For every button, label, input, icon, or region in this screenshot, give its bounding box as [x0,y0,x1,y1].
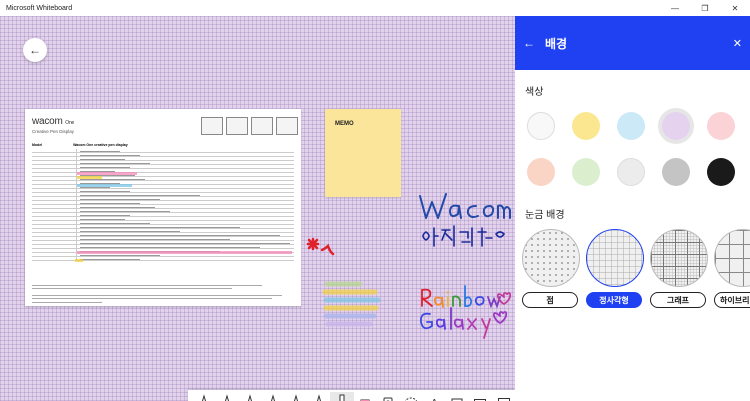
document-spec-table [32,149,294,261]
pen-black[interactable] [192,392,215,401]
pen-green[interactable] [238,392,261,401]
pen-icon [293,393,299,401]
grid-option-graph[interactable] [650,229,708,287]
ink-handwriting-wacom [419,193,511,219]
note-icon [451,398,463,401]
color-swatch[interactable] [572,112,600,140]
product-thumbnail [276,117,298,135]
grid-option-hybrid[interactable] [714,229,750,287]
ink-highlight [75,259,83,262]
ruler-tool[interactable] [377,392,400,401]
table-row [32,257,294,261]
arrow-left-icon[interactable]: ← [523,36,535,50]
eraser-icon [360,399,370,401]
product-thumbnail [226,117,248,135]
color-swatch[interactable] [707,158,735,186]
background-panel: ← 배경 ✕ 색상 눈금 배경 점 정사각형 그래프 하이브리 [515,16,750,401]
whiteboard-canvas[interactable]: ← wacom One Creative Pen Display Model W… [0,16,515,401]
image-icon [474,398,487,401]
document-subtitle: Creative Pen Display [32,129,75,134]
memo-label: MEMO [335,121,354,127]
color-swatch[interactable] [527,112,555,140]
ink-handwriting-korean [422,225,506,247]
ruler-icon [383,397,393,401]
grid-option-hybrid-button[interactable]: 하이브리 [714,292,750,308]
grid-option-dot[interactable] [522,229,580,287]
arrow-left-icon: ← [29,43,41,57]
ink-highlight [77,176,102,179]
ink-layer[interactable] [300,166,515,346]
grid-option-dot-button[interactable]: 점 [522,292,578,308]
color-swatch[interactable] [617,158,645,186]
pen-icon [201,393,206,401]
color-section-label: 색상 [525,87,544,98]
eraser-tool[interactable] [354,392,377,401]
close-icon[interactable]: ✕ [733,37,742,50]
panel-header: ← 배경 ✕ [515,16,750,70]
color-swatch[interactable] [617,112,645,140]
color-swatch[interactable] [662,158,690,186]
note-tool[interactable] [446,392,469,401]
add-tool[interactable] [492,392,515,401]
document-table-header: Model Wacom One creative pen display [32,143,128,147]
color-swatch[interactable] [527,158,555,186]
document-brand: wacom One [32,116,75,127]
pen-blue[interactable] [261,392,284,401]
lasso-icon [404,397,418,401]
highlighter-tool[interactable] [330,391,354,401]
product-thumbnail [201,117,223,135]
ink-highlight [77,251,292,254]
image-tool[interactable] [469,392,492,401]
highlighter-icon [339,394,345,401]
app-title: Microsoft Whiteboard [6,4,73,12]
product-thumbnails [201,117,298,135]
restore-button[interactable]: ❐ [690,0,720,16]
pen-icon [247,393,252,401]
ink-highlight [77,184,132,187]
ink-handwriting-rainbow [421,285,512,309]
grid-option-graph-button[interactable]: 그래프 [650,292,706,308]
pen-red[interactable] [215,392,238,401]
ink-highlight [77,172,137,175]
pen-purple[interactable] [307,392,330,401]
color-swatch[interactable] [662,112,690,140]
grid-section-label: 눈금 배경 [525,210,565,221]
close-button[interactable]: ✕ [720,0,750,16]
ink-highlighter-stripes [322,281,381,327]
pen-icon [224,393,229,401]
ink-toolbar: A [188,390,515,401]
product-thumbnail [251,117,273,135]
ink-red-star [306,237,335,256]
pen-pink[interactable] [284,392,307,401]
color-swatch[interactable] [572,158,600,186]
back-button[interactable]: ← [23,38,47,62]
title-bar: Microsoft Whiteboard — ❐ ✕ [0,0,750,16]
add-icon [497,397,510,401]
pen-icon [270,393,275,401]
pen-icon [316,393,322,401]
grid-option-square[interactable] [586,229,644,287]
lasso-tool[interactable] [400,392,423,401]
text-tool[interactable]: A [423,392,446,401]
color-swatch[interactable] [707,112,735,140]
minimize-button[interactable]: — [660,0,690,16]
panel-title: 배경 [545,36,568,51]
grid-option-square-button[interactable]: 정사각형 [586,292,642,308]
inserted-document[interactable]: wacom One Creative Pen Display Model Wac… [25,109,301,306]
ink-handwriting-galaxy [420,307,508,339]
